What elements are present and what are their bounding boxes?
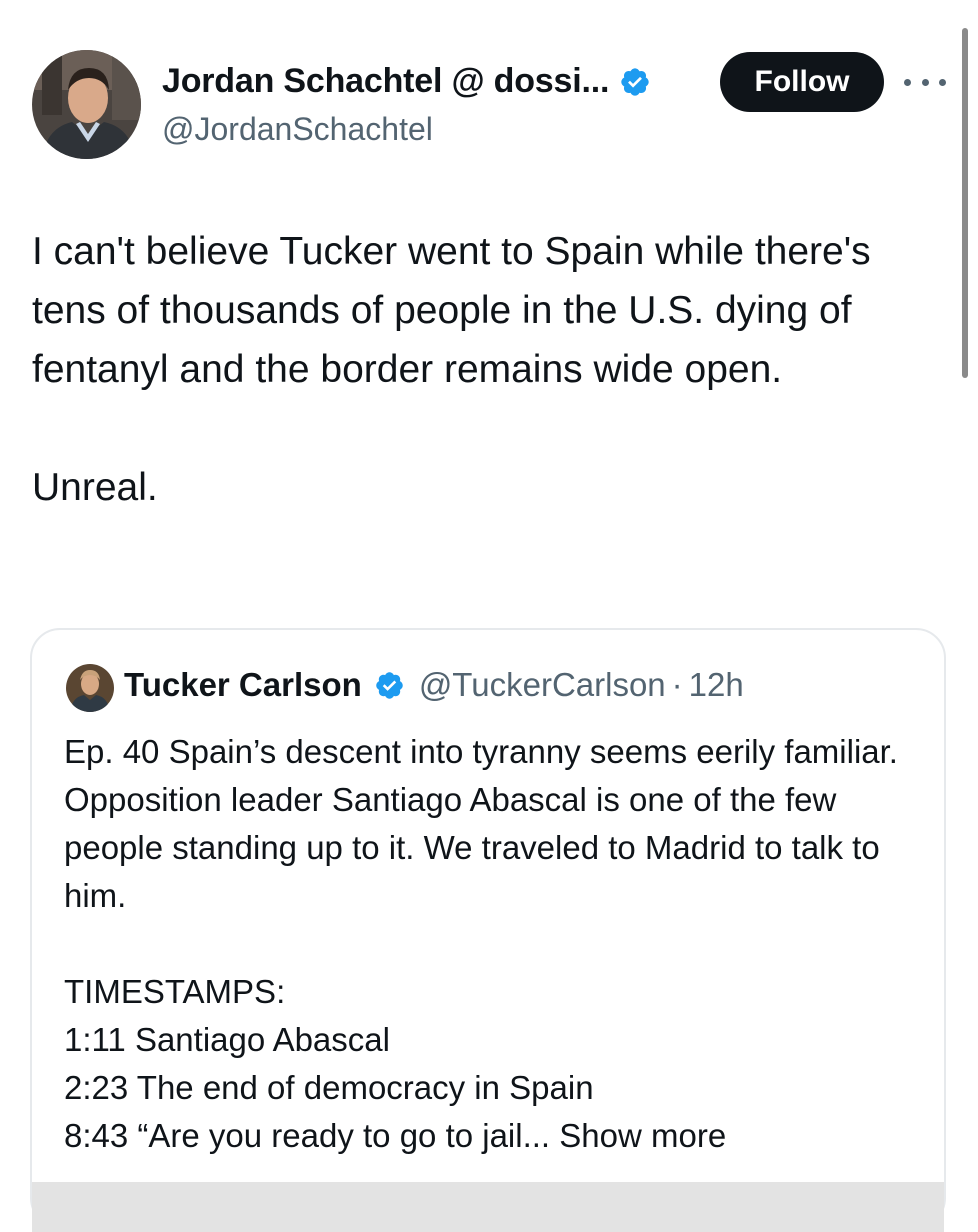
more-dot (921, 78, 929, 86)
show-more-link[interactable]: Show more (559, 1117, 726, 1154)
post-paragraph: Unreal. (32, 466, 158, 509)
more-dot (939, 78, 946, 86)
timestamp-line: 1:11 Santiago Abascal (64, 1021, 390, 1058)
quote-timestamp[interactable]: 12h (689, 666, 744, 704)
quote-header: Tucker Carlson @TuckerCarlson · 12h (124, 666, 744, 704)
quote-author-name[interactable]: Tucker Carlson (124, 666, 362, 704)
post-text: I can't believe Tucker went to Spain whi… (32, 222, 932, 517)
avatar-photo-icon (32, 50, 141, 159)
quote-media-preview[interactable] (32, 1182, 944, 1232)
timestamp-line: 2:23 The end of democracy in Spain (64, 1069, 594, 1106)
quote-text: Ep. 40 Spain’s descent into tyranny seem… (64, 728, 924, 1160)
post-paragraph: I can't believe Tucker went to Spain whi… (32, 230, 871, 391)
verified-badge-icon (619, 66, 651, 98)
timestamps-heading: TIMESTAMPS: (64, 973, 286, 1010)
quote-author-handle[interactable]: @TuckerCarlson (419, 666, 666, 704)
author-display-name[interactable]: Jordan Schachtel @ dossi... (162, 62, 609, 101)
more-options-icon[interactable] (904, 70, 946, 94)
follow-button[interactable]: Follow (720, 52, 884, 112)
avatar-photo-icon (66, 664, 114, 712)
verified-badge-icon (374, 670, 405, 701)
scrollbar[interactable] (962, 28, 968, 378)
quote-author-avatar[interactable] (66, 664, 114, 712)
author-avatar[interactable] (32, 50, 141, 159)
quoted-post-card[interactable]: Tucker Carlson @TuckerCarlson · 12h Ep. … (30, 628, 946, 1232)
author-name-row[interactable]: Jordan Schachtel @ dossi... (162, 62, 651, 101)
separator-dot: · (671, 666, 683, 703)
more-dot (904, 78, 911, 86)
truncated-line: 8:43 “Are you ready to go to jail... (64, 1117, 551, 1154)
timestamp-line: 8:43 “Are you ready to go to jail... Sho… (64, 1112, 924, 1160)
quote-paragraph: Ep. 40 Spain’s descent into tyranny seem… (64, 733, 898, 914)
author-handle[interactable]: @JordanSchachtel (162, 111, 433, 148)
